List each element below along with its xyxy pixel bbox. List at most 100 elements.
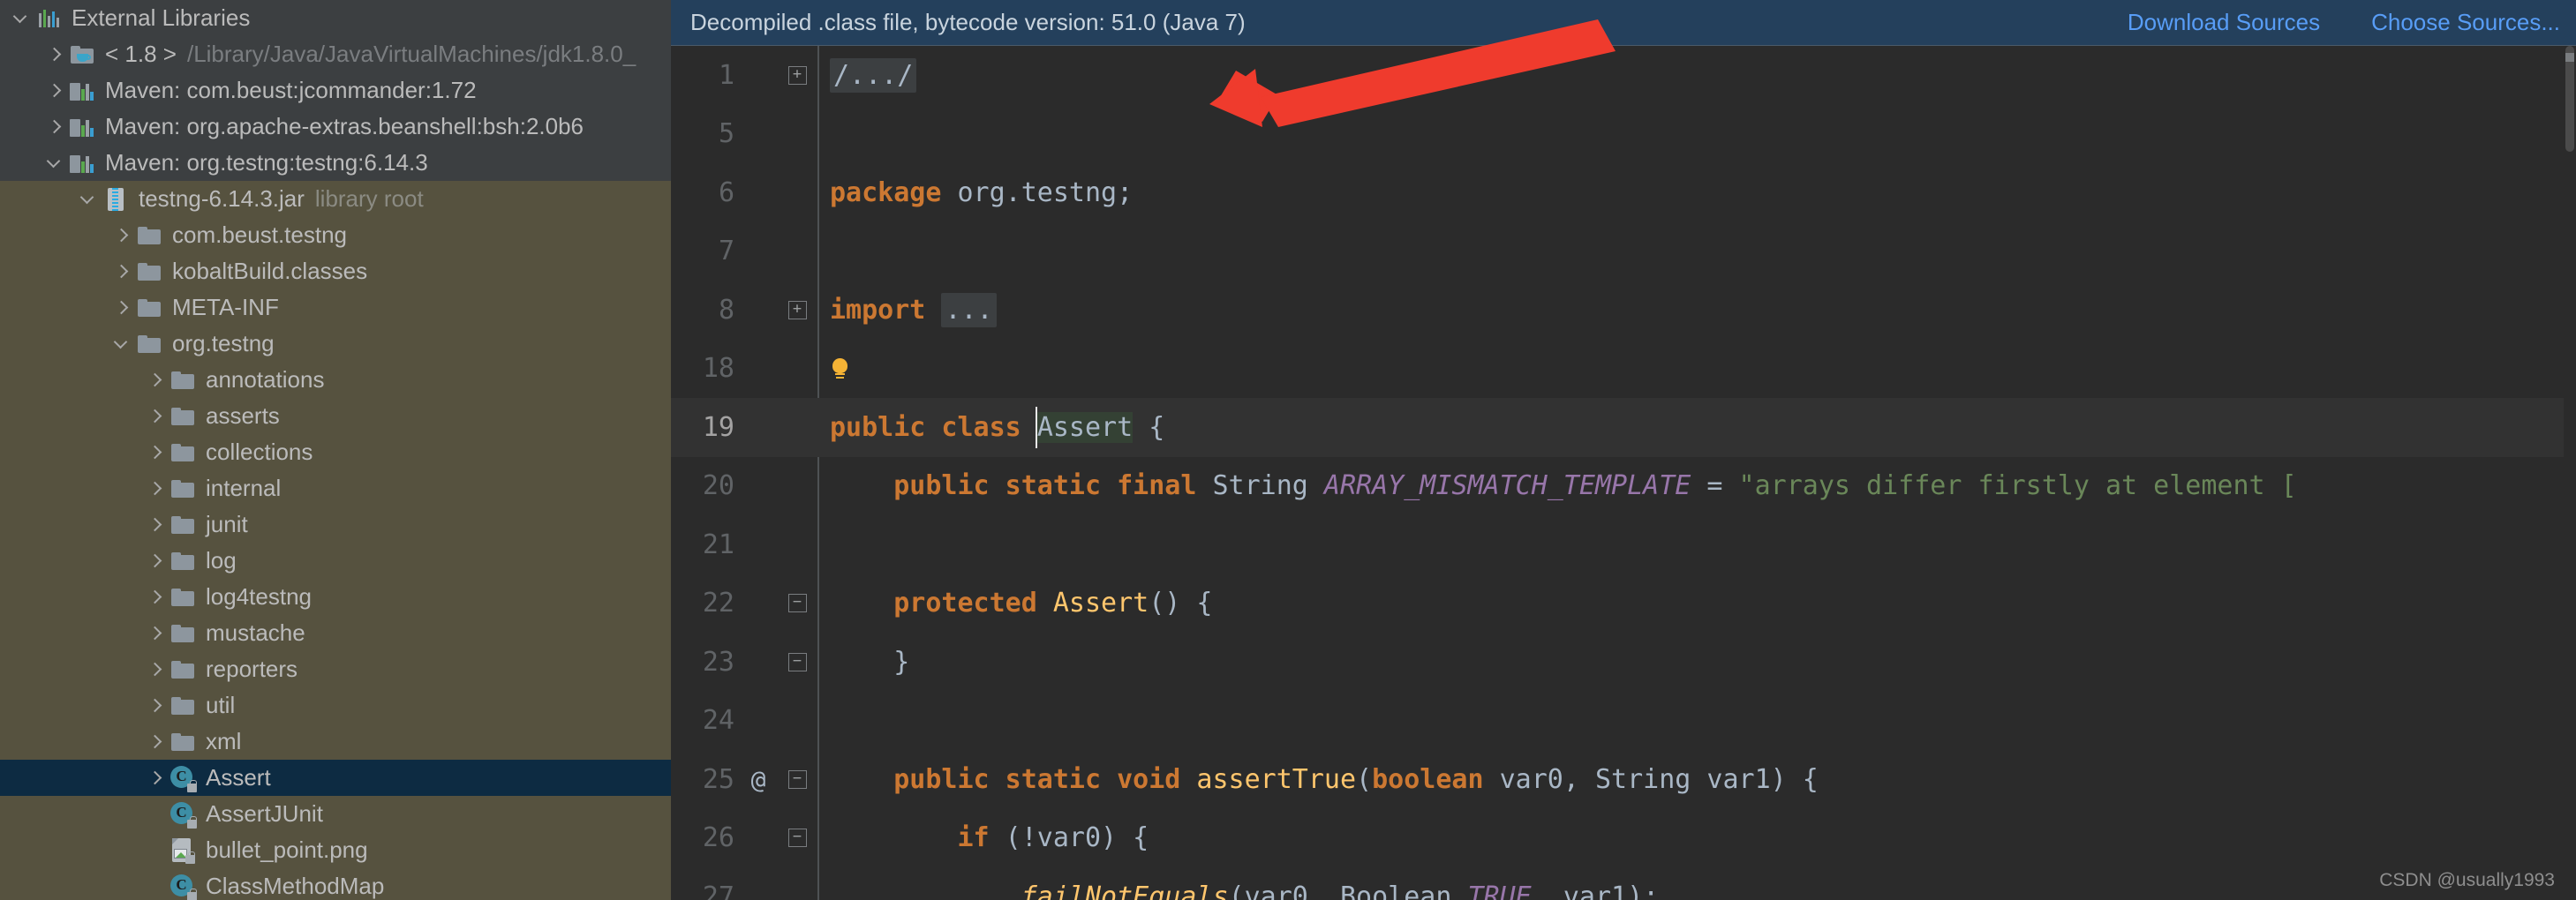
line-number: 1 — [718, 59, 734, 91]
line-number: 20 — [702, 470, 734, 502]
chevron-right-icon[interactable] — [141, 555, 168, 567]
tree-item-maven-beanshell[interactable]: Maven: org.apache-extras.beanshell:bsh:2… — [0, 109, 671, 145]
line-number: 22 — [702, 588, 734, 619]
chevron-right-icon[interactable] — [141, 410, 168, 423]
chevron-down-icon[interactable] — [7, 12, 34, 25]
folder-icon — [171, 551, 194, 570]
tree-item-assertjunit[interactable]: C AssertJUnit — [0, 796, 671, 832]
scrollbar-thumb[interactable] — [2565, 46, 2574, 152]
chevron-right-icon[interactable] — [141, 483, 168, 495]
chevron-down-icon[interactable] — [108, 338, 134, 350]
chevron-right-icon[interactable] — [141, 591, 168, 604]
download-sources-link[interactable]: Download Sources — [2128, 9, 2320, 36]
if-condition: (!var0) { — [989, 822, 1149, 854]
fold-toggle-expand-icon[interactable]: + — [777, 65, 817, 85]
fold-toggle-collapse-icon[interactable]: − — [777, 652, 817, 671]
tree-item-collections[interactable]: collections — [0, 434, 671, 470]
folded-imports-text[interactable]: ... — [941, 292, 997, 327]
code-line-1[interactable]: 1 + /.../ — [671, 46, 2576, 105]
chevron-right-icon[interactable] — [41, 49, 67, 61]
error-stripe-marker[interactable] — [2565, 53, 2574, 62]
tree-item-label: log — [206, 547, 237, 574]
project-tree-sidebar[interactable]: External Libraries < 1.8 > /Library/Java/J… — [0, 0, 671, 900]
chevron-right-icon[interactable] — [41, 121, 67, 133]
tree-item-testng-jar[interactable]: testng-6.14.3.jar library root — [0, 181, 671, 217]
chevron-right-icon[interactable] — [108, 266, 134, 278]
chevron-right-icon[interactable] — [141, 627, 168, 640]
tree-item-external-libraries[interactable]: External Libraries — [0, 0, 671, 36]
decompiled-notification-bar: Decompiled .class file, bytecode version… — [671, 0, 2576, 46]
annotation-marker-icon[interactable]: @ — [740, 765, 777, 794]
chevron-right-icon[interactable] — [141, 736, 168, 748]
chevron-down-icon[interactable] — [41, 157, 67, 169]
code-line-25[interactable]: 25 @ − public static void assertTrue(boo… — [671, 750, 2576, 809]
tree-item-asserts[interactable]: asserts — [0, 398, 671, 434]
tree-item-util[interactable]: util — [0, 687, 671, 724]
chevron-right-icon[interactable] — [141, 446, 168, 459]
line-number: 8 — [718, 294, 734, 326]
tree-item-xml[interactable]: xml — [0, 724, 671, 760]
tree-item-org-testng[interactable]: org.testng — [0, 326, 671, 362]
chevron-right-icon[interactable] — [141, 664, 168, 676]
code-line-5[interactable]: 5 — [671, 105, 2576, 164]
tree-item-junit[interactable]: junit — [0, 506, 671, 543]
folded-comment-text[interactable]: /.../ — [830, 57, 917, 93]
chevron-right-icon[interactable] — [141, 700, 168, 712]
param-var0: var0, — [1483, 763, 1595, 795]
chevron-right-icon[interactable] — [108, 229, 134, 242]
boolean-true-constant: TRUE — [1467, 881, 1532, 900]
maven-icon — [70, 81, 94, 101]
tree-item-label: mustache — [206, 619, 305, 646]
class-name-assert[interactable]: Assert — [1036, 411, 1134, 443]
tree-item-kobaltbuild-classes[interactable]: kobaltBuild.classes — [0, 253, 671, 289]
code-line-21[interactable]: 21 — [671, 515, 2576, 574]
fold-toggle-collapse-icon[interactable]: − — [777, 769, 817, 789]
tree-item-maven-testng[interactable]: Maven: org.testng:testng:6.14.3 — [0, 145, 671, 181]
chevron-right-icon[interactable] — [141, 772, 168, 784]
choose-sources-link[interactable]: Choose Sources... — [2371, 9, 2560, 36]
code-line-7[interactable]: 7 — [671, 222, 2576, 281]
intention-bulb-icon[interactable] — [830, 356, 849, 383]
tree-item-meta-inf[interactable]: META-INF — [0, 289, 671, 326]
tree-item-reporters[interactable]: reporters — [0, 651, 671, 687]
tree-item-internal[interactable]: internal — [0, 470, 671, 506]
tree-item-log[interactable]: log — [0, 543, 671, 579]
editor-vertical-scrollbar[interactable] — [2564, 46, 2576, 900]
chevron-down-icon[interactable] — [74, 193, 101, 206]
tree-item-annotations[interactable]: annotations — [0, 362, 671, 398]
tree-item-bullet-point-png[interactable]: bullet_point.png — [0, 832, 671, 868]
folder-icon — [171, 588, 194, 606]
paren-open: ( — [1356, 763, 1373, 795]
code-line-6[interactable]: 6 package org.testng; — [671, 163, 2576, 222]
tree-item-jdk-1-8[interactable]: < 1.8 > /Library/Java/JavaVirtualMachines… — [0, 36, 671, 72]
code-line-26[interactable]: 26 − if (!var0) { — [671, 809, 2576, 868]
method-name-asserttrue[interactable]: assertTrue — [1196, 764, 1356, 795]
chevron-right-icon[interactable] — [41, 85, 67, 97]
chevron-right-icon[interactable] — [141, 519, 168, 531]
code-line-24[interactable]: 24 — [671, 692, 2576, 751]
code-line-27[interactable]: 27 failNotEquals(var0, Boolean.TRUE, var… — [671, 867, 2576, 900]
chevron-right-icon[interactable] — [141, 374, 168, 386]
tree-item-maven-jcommander[interactable]: Maven: com.beust:jcommander:1.72 — [0, 72, 671, 109]
folder-icon — [138, 262, 161, 281]
tree-item-label: internal — [206, 475, 282, 501]
code-line-23[interactable]: 23 − } — [671, 633, 2576, 692]
tree-item-assert[interactable]: C Assert — [0, 760, 671, 796]
code-line-20[interactable]: 20 public static final String ARRAY_MISM… — [671, 457, 2576, 516]
chevron-right-icon[interactable] — [108, 302, 134, 314]
code-line-8[interactable]: 8 + import ... — [671, 281, 2576, 340]
code-line-19[interactable]: 19 public class Assert { — [671, 398, 2576, 457]
tree-item-log4testng[interactable]: log4testng — [0, 579, 671, 615]
fold-toggle-collapse-icon[interactable]: − — [777, 594, 817, 613]
tree-item-com-beust-testng[interactable]: com.beust.testng — [0, 217, 671, 253]
fold-toggle-collapse-icon[interactable]: − — [777, 829, 817, 848]
keyword-package: package — [830, 176, 942, 208]
code-editor-area[interactable]: 1 + /.../ 5 6 package org.testng; 7 8 + … — [671, 46, 2576, 900]
tree-item-label: reporters — [206, 656, 298, 682]
code-line-22[interactable]: 22 − protected Assert() { — [671, 574, 2576, 634]
tree-item-classmethodmap[interactable]: C ClassMethodMap — [0, 868, 671, 900]
tree-item-mustache[interactable]: mustache — [0, 615, 671, 651]
method-call-failnotequals[interactable]: failNotEquals — [1021, 881, 1229, 900]
code-line-18[interactable]: 18 — [671, 340, 2576, 399]
fold-toggle-expand-icon[interactable]: + — [777, 300, 817, 319]
